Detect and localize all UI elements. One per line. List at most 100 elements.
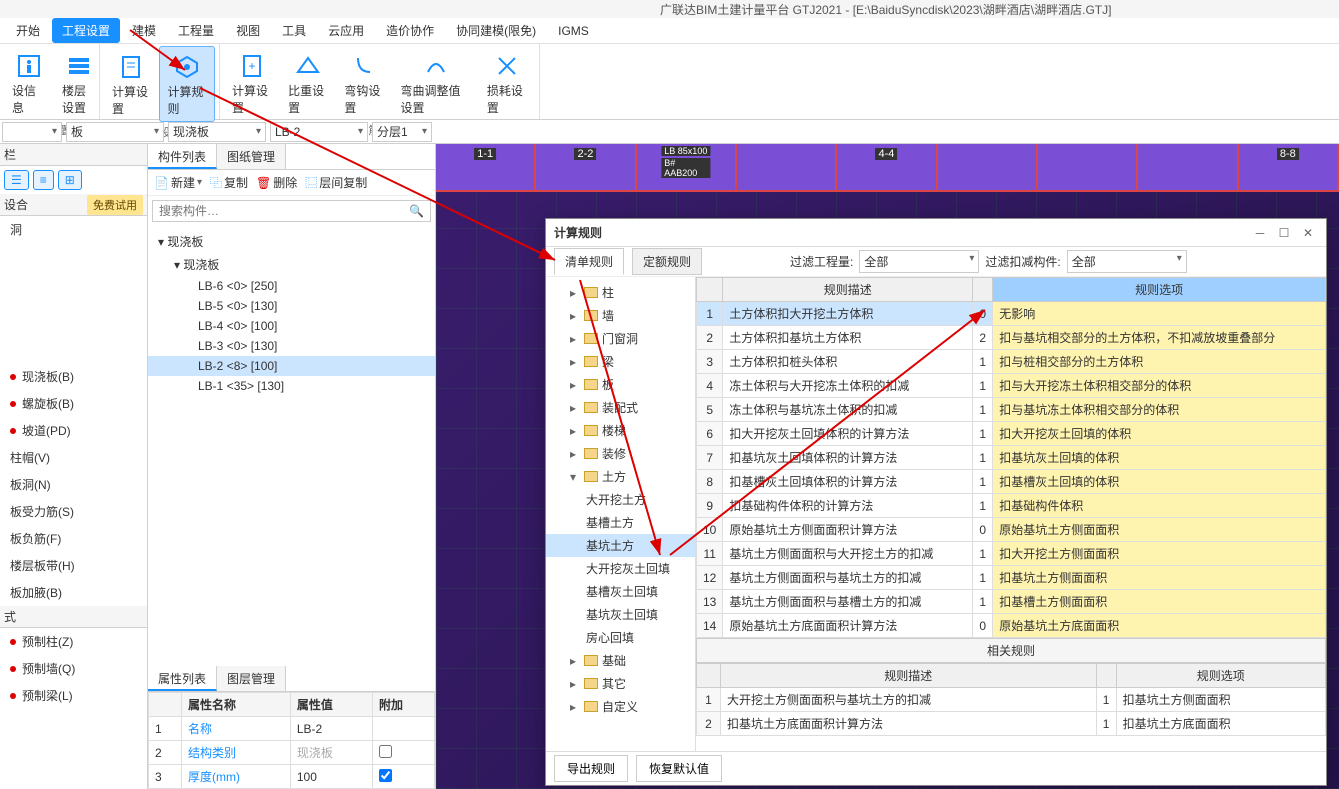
btn-delete[interactable]: 🗑删除 (256, 174, 297, 191)
category-item[interactable]: ▸门窗洞 (546, 327, 695, 350)
dialog-titlebar[interactable]: 计算规则 ─ ☐ ✕ (546, 219, 1326, 247)
search-input[interactable] (159, 204, 409, 218)
search-icon[interactable]: 🔍 (409, 204, 424, 218)
view-grid-icon[interactable]: ⊞ (58, 170, 82, 190)
tab-cloud[interactable]: 云应用 (318, 18, 374, 43)
close-icon[interactable]: ✕ (1298, 224, 1318, 242)
table-row[interactable]: 3厚度(mm)100 (149, 765, 435, 789)
btn-calc-rules[interactable]: 计算规则 (159, 46, 216, 122)
category-item[interactable]: 大开挖灰土回填 (546, 557, 695, 580)
tab-layers[interactable]: 图层管理 (217, 666, 286, 691)
table-row[interactable]: 6扣大开挖灰土回填体积的计算方法1扣大开挖灰土回填的体积 (697, 422, 1326, 446)
table-row[interactable]: 2结构类别现浇板 (149, 741, 435, 765)
tree-item[interactable]: LB-3 <0> [130] (148, 336, 435, 356)
btn-new[interactable]: 📄新建▾ (154, 174, 202, 191)
filter2-select[interactable]: 全部▾ (1067, 250, 1187, 273)
tree-item[interactable]: LB-5 <0> [130] (148, 296, 435, 316)
btn-calc-settings[interactable]: 计算设置 (104, 46, 159, 122)
view-tree-icon[interactable]: ≡ (33, 170, 54, 190)
btn-project-info[interactable]: 设信息 (4, 46, 54, 120)
table-row[interactable]: 13基坑土方侧面面积与基槽土方的扣减1扣基槽土方侧面面积 (697, 590, 1326, 614)
btn-floor-settings[interactable]: 楼层设置 (54, 46, 104, 120)
nav-item[interactable]: 洞 (0, 216, 147, 243)
table-row[interactable]: 12基坑土方侧面面积与基坑土方的扣减1扣基坑土方侧面面积 (697, 566, 1326, 590)
tab-quota-rules[interactable]: 定额规则 (632, 248, 702, 275)
table-row[interactable]: 11基坑土方侧面面积与大开挖土方的扣减1扣大开挖土方侧面面积 (697, 542, 1326, 566)
nav-item[interactable]: 预制柱(Z) (0, 628, 147, 655)
tree-sub[interactable]: ▾ 现浇板 (148, 253, 435, 276)
table-row[interactable]: 8扣基槽灰土回填体积的计算方法1扣基槽灰土回填的体积 (697, 470, 1326, 494)
table-row[interactable]: 9扣基础构件体积的计算方法1扣基础构件体积 (697, 494, 1326, 518)
tab-modeling[interactable]: 建模 (122, 18, 166, 43)
col-desc[interactable]: 规则描述 (721, 664, 1097, 688)
category-item[interactable]: ▸柱 (546, 281, 695, 304)
tab-view[interactable]: 视图 (226, 18, 270, 43)
category-item[interactable]: ▸自定义 (546, 695, 695, 718)
trial-badge[interactable]: 免费试用 (87, 195, 143, 215)
btn-layer-copy[interactable]: ⿺层间复制 (305, 174, 367, 191)
category-item[interactable]: 大开挖土方 (546, 488, 695, 511)
category-item[interactable]: 基槽土方 (546, 511, 695, 534)
btn-weight[interactable]: 比重设置 (280, 46, 336, 120)
nav-item[interactable]: 板负筋(F) (0, 525, 147, 552)
table-row[interactable]: 1土方体积扣大开挖土方体积0无影响 (697, 302, 1326, 326)
btn-bend[interactable]: 弯曲调整值设置 (393, 46, 479, 120)
category-item[interactable]: 基坑灰土回填 (546, 603, 695, 626)
table-row[interactable]: 14原始基坑土方底面面积计算方法0原始基坑土方底面面积 (697, 614, 1326, 638)
tree-item[interactable]: LB-4 <0> [100] (148, 316, 435, 336)
col-option[interactable]: 规则选项 (1116, 664, 1325, 688)
category-item[interactable]: 基坑土方 (546, 534, 695, 557)
tab-start[interactable]: 开始 (6, 18, 50, 43)
tab-quantity[interactable]: 工程量 (168, 18, 224, 43)
tab-properties[interactable]: 属性列表 (148, 666, 217, 691)
table-row[interactable]: 7扣基坑灰土回填体积的计算方法1扣基坑灰土回填的体积 (697, 446, 1326, 470)
prop-check[interactable] (379, 769, 392, 782)
filter-5[interactable]: 分层1▾ (372, 122, 432, 142)
nav-item[interactable]: 预制墙(Q) (0, 655, 147, 682)
col-option[interactable]: 规则选项 (993, 278, 1326, 302)
tab-list-rules[interactable]: 清单规则 (554, 248, 624, 275)
tab-collab[interactable]: 协同建模(限免) (446, 18, 546, 43)
nav-item[interactable]: 螺旋板(B) (0, 390, 147, 417)
filter-1[interactable]: ▾ (2, 122, 62, 142)
btn-hook[interactable]: 弯钩设置 (336, 46, 392, 120)
prop-check[interactable] (379, 745, 392, 758)
category-item[interactable]: ▾土方 (546, 465, 695, 488)
category-item[interactable]: ▸装修 (546, 442, 695, 465)
tab-project-settings[interactable]: 工程设置 (52, 18, 120, 43)
btn-loss[interactable]: 损耗设置 (479, 46, 535, 120)
table-row[interactable]: 2土方体积扣基坑土方体积2扣与基坑相交部分的土方体积，不扣减放坡重叠部分 (697, 326, 1326, 350)
tab-drawing-mgmt[interactable]: 图纸管理 (217, 144, 286, 169)
tree-item[interactable]: LB-1 <35> [130] (148, 376, 435, 396)
tab-igms[interactable]: IGMS (548, 20, 599, 42)
category-item[interactable]: ▸板 (546, 373, 695, 396)
nav-item[interactable]: 板受力筋(S) (0, 498, 147, 525)
tab-cost[interactable]: 造价协作 (376, 18, 444, 43)
tab-tools[interactable]: 工具 (272, 18, 316, 43)
filter-4[interactable]: LB-2▾ (270, 122, 368, 142)
category-item[interactable]: ▸基础 (546, 649, 695, 672)
tree-item[interactable]: LB-6 <0> [250] (148, 276, 435, 296)
table-row[interactable]: 10原始基坑土方侧面面积计算方法0原始基坑土方侧面面积 (697, 518, 1326, 542)
nav-item[interactable]: 楼层板带(H) (0, 552, 147, 579)
table-row[interactable]: 5冻土体积与基坑冻土体积的扣减1扣与基坑冻土体积相交部分的体积 (697, 398, 1326, 422)
table-row[interactable]: 4冻土体积与大开挖冻土体积的扣减1扣与大开挖冻土体积相交部分的体积 (697, 374, 1326, 398)
maximize-icon[interactable]: ☐ (1274, 224, 1294, 242)
nav-item[interactable]: 坡道(PD) (0, 417, 147, 444)
table-row[interactable]: 2扣基坑土方底面面积计算方法1扣基坑土方底面面积 (697, 712, 1326, 736)
tab-component-list[interactable]: 构件列表 (148, 144, 217, 169)
btn-restore-default[interactable]: 恢复默认值 (636, 755, 722, 782)
btn-export-rules[interactable]: 导出规则 (554, 755, 628, 782)
nav-item[interactable]: 板洞(N) (0, 471, 147, 498)
search-box[interactable]: 🔍 (152, 200, 431, 222)
filter1-select[interactable]: 全部▾ (859, 250, 979, 273)
nav-item-slab[interactable]: 现浇板(B) (0, 363, 147, 390)
filter-2[interactable]: 板▾ (66, 122, 164, 142)
nav-item[interactable]: 预制梁(L) (0, 682, 147, 709)
view-list-icon[interactable]: ☰ (4, 170, 29, 190)
tree-root[interactable]: ▾ 现浇板 (148, 230, 435, 253)
category-item[interactable]: 房心回填 (546, 626, 695, 649)
table-row[interactable]: 3土方体积扣桩头体积1扣与桩相交部分的土方体积 (697, 350, 1326, 374)
nav-item[interactable]: 柱帽(V) (0, 444, 147, 471)
col-desc[interactable]: 规则描述 (723, 278, 973, 302)
